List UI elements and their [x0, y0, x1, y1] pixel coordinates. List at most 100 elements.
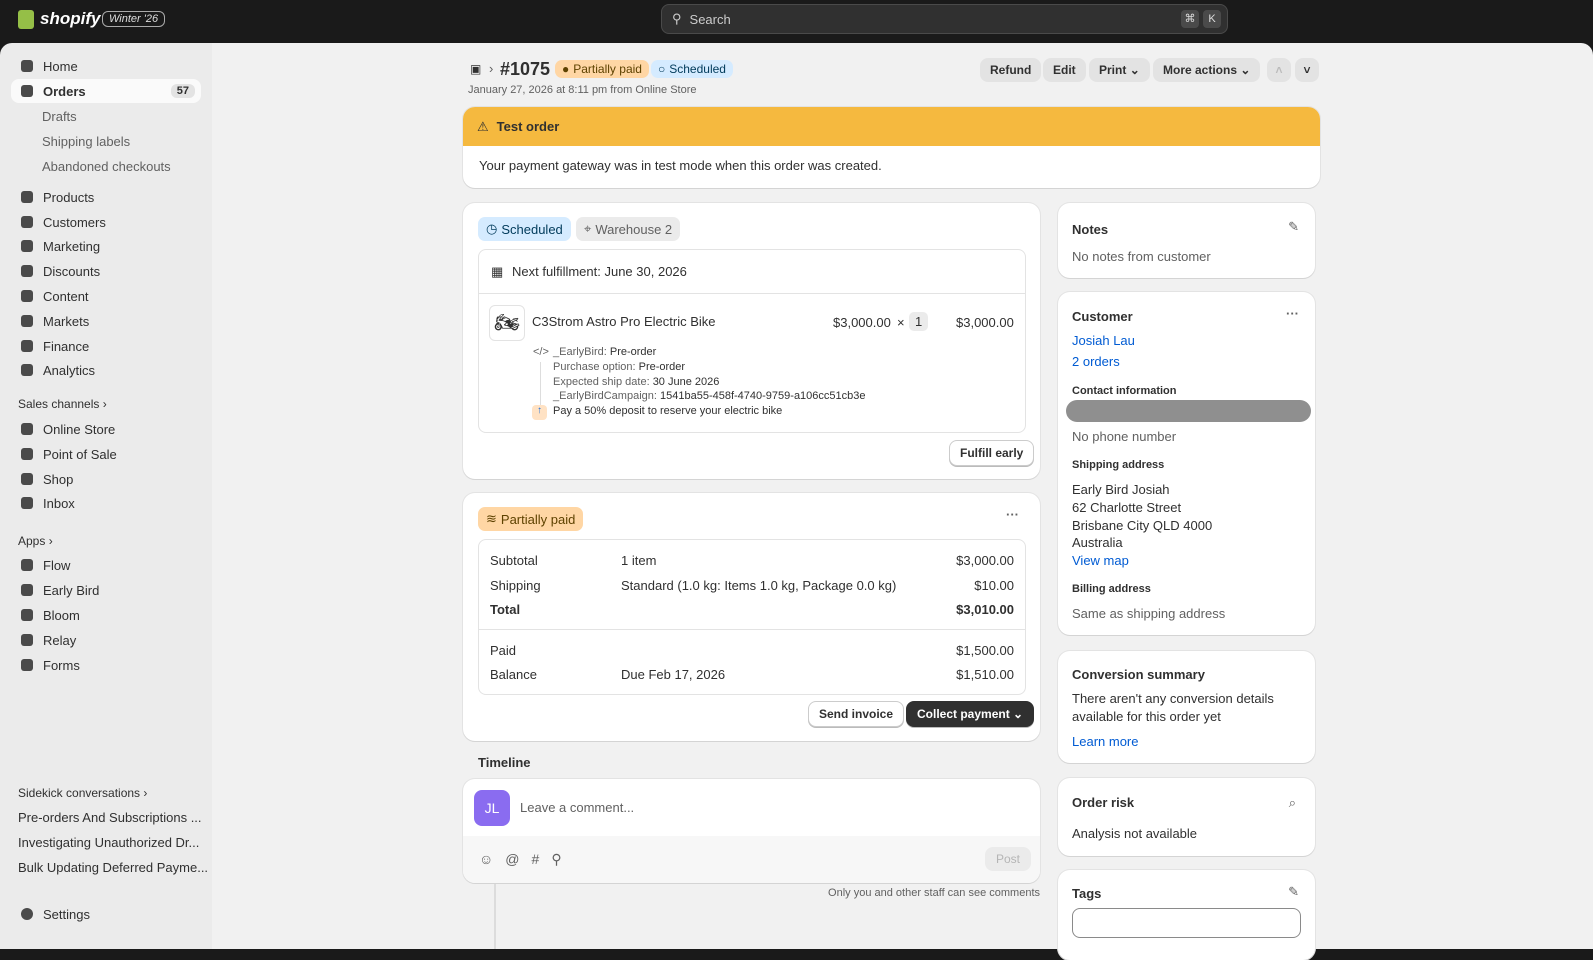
sidekick-conversation[interactable]: Investigating Unauthorized Dr... — [18, 835, 199, 850]
previous-order-button[interactable]: ˄ — [1267, 58, 1291, 82]
bar-chart-icon — [21, 364, 33, 376]
edit-pencil-icon[interactable]: ✎ — [1288, 219, 1299, 235]
sidebar-item-products[interactable]: Products — [11, 185, 201, 209]
sidebar-item-markets[interactable]: Markets — [11, 309, 201, 333]
nav-label: Settings — [43, 906, 90, 922]
address-line: Australia — [1072, 535, 1123, 550]
more-options-icon[interactable]: ··· — [1006, 507, 1019, 522]
sidebar-item-shop[interactable]: Shop — [11, 467, 201, 491]
sidebar-item-point-of-sale[interactable]: Point of Sale — [11, 442, 201, 466]
post-button[interactable]: Post — [985, 847, 1032, 871]
sidekick-conversation[interactable]: Bulk Updating Deferred Payme... — [18, 860, 208, 875]
hashtag-icon[interactable]: # — [532, 851, 552, 867]
discount-icon — [21, 265, 33, 277]
refund-button[interactable]: Refund — [980, 58, 1042, 82]
next-order-button[interactable]: ˅ — [1295, 58, 1319, 82]
sidebar-item-analytics[interactable]: Analytics — [11, 358, 201, 382]
search-placeholder: Search — [689, 11, 731, 27]
edit-button[interactable]: Edit — [1043, 58, 1086, 82]
learn-more-link[interactable]: Learn more — [1072, 734, 1138, 749]
search-input[interactable]: ⚲ Search ⌘ K — [661, 4, 1228, 34]
sidebar-item-home[interactable]: Home — [11, 54, 201, 78]
sidebar-item-forms[interactable]: Forms — [11, 653, 201, 677]
calendar-icon: ▦ — [491, 264, 504, 279]
customer-name-link[interactable]: Josiah Lau — [1072, 333, 1135, 348]
edition-badge: Winter '26 — [102, 11, 166, 27]
mention-icon[interactable]: @ — [505, 851, 531, 867]
sidebar-item-customers[interactable]: Customers — [11, 210, 201, 234]
nav-label: Abandoned checkouts — [42, 158, 171, 174]
paid-amount: $1,500.00 — [956, 643, 1014, 658]
button-label: Collect payment — [917, 707, 1010, 721]
risk-analysis-icon[interactable]: ⌕ — [1289, 795, 1296, 811]
print-button[interactable]: Print ⌄ — [1089, 58, 1150, 82]
unit-price: $3,000.00 — [833, 315, 891, 330]
sidebar-item-content[interactable]: Content — [11, 284, 201, 308]
sidebar-item-relay[interactable]: Relay — [11, 628, 201, 652]
sidebar-item-marketing[interactable]: Marketing — [11, 234, 201, 258]
emoji-icon[interactable]: ☺ — [479, 851, 505, 867]
subtotal-desc: 1 item — [621, 553, 657, 568]
orders-icon[interactable]: ▣ — [470, 62, 481, 76]
pos-icon — [21, 448, 33, 460]
sidebar-item-early-bird[interactable]: Early Bird — [11, 578, 201, 602]
sidekick-heading[interactable]: Sidekick conversations › — [18, 786, 147, 800]
sidebar-item-bloom[interactable]: Bloom — [11, 603, 201, 627]
sidebar-item-discounts[interactable]: Discounts — [11, 259, 201, 283]
product-thumbnail[interactable]: 🏍 — [489, 305, 525, 341]
fulfillment-status-badge: ○ Scheduled — [651, 60, 733, 78]
order-number: #1075 — [500, 59, 551, 79]
collect-payment-button[interactable]: Collect payment ⌄ — [906, 701, 1035, 727]
nav-label: Early Bird — [43, 582, 100, 598]
property-value: Pre-order — [638, 361, 686, 373]
property-key: Purchase option: — [553, 361, 636, 373]
send-invoice-button[interactable]: Send invoice — [808, 701, 905, 727]
flow-icon — [21, 559, 33, 571]
tags-input[interactable] — [1072, 908, 1301, 938]
balance-label: Balance — [490, 667, 537, 682]
times-sign: × — [897, 315, 905, 330]
order-subtitle: January 27, 2026 at 8:11 pm from Online … — [468, 84, 697, 96]
shopify-logo[interactable]: shopify — [18, 9, 100, 29]
nav-label: Discounts — [43, 263, 101, 279]
more-options-icon[interactable]: ··· — [1286, 306, 1299, 321]
shipping-label: Shipping — [490, 578, 541, 593]
sidebar-item-inbox[interactable]: Inbox — [11, 491, 201, 515]
sidebar-item-abandoned-checkouts[interactable]: Abandoned checkouts — [11, 154, 201, 178]
line-property: Expected ship date: 30 June 2026 — [553, 376, 719, 388]
nav-label: Content — [43, 288, 89, 304]
sales-channels-heading[interactable]: Sales channels › — [18, 397, 107, 411]
badge-label: Scheduled — [501, 221, 563, 237]
sidebar-item-online-store[interactable]: Online Store — [11, 417, 201, 441]
payment-summary: Subtotal 1 item $3,000.00 Shipping Stand… — [478, 539, 1026, 695]
globe-icon — [21, 315, 33, 327]
attach-icon[interactable]: ⚲ — [551, 851, 573, 867]
total-label: Total — [490, 602, 521, 617]
comment-input[interactable]: Leave a comment... — [520, 800, 1020, 815]
sidebar-item-finance[interactable]: Finance — [11, 334, 201, 358]
edit-pencil-icon[interactable]: ✎ — [1288, 884, 1299, 900]
sidebar-item-drafts[interactable]: Drafts — [11, 104, 201, 128]
nav-label: Analytics — [43, 362, 96, 378]
balance-due: Due Feb 17, 2026 — [621, 667, 726, 682]
sidekick-conversation[interactable]: Pre-orders And Subscriptions ... — [18, 810, 202, 825]
sidebar-item-settings[interactable]: Settings — [11, 902, 201, 926]
badge-label: Partially paid — [500, 511, 576, 527]
paid-label: Paid — [490, 643, 517, 658]
customer-orders-link[interactable]: 2 orders — [1072, 354, 1120, 369]
sidebar-item-orders[interactable]: Orders 57 — [11, 79, 201, 103]
shipping-amount: $10.00 — [974, 578, 1014, 593]
apps-heading[interactable]: Apps › — [18, 534, 53, 548]
billing-address: Same as shipping address — [1072, 606, 1226, 621]
product-name[interactable]: C3Strom Astro Pro Electric Bike — [532, 314, 716, 329]
forms-icon — [21, 659, 33, 671]
nav-label: Point of Sale — [43, 446, 117, 462]
property-key: _EarlyBird: — [553, 346, 607, 358]
fulfill-early-button[interactable]: Fulfill early — [949, 440, 1035, 466]
sidebar-item-flow[interactable]: Flow — [11, 553, 201, 577]
bloom-icon — [21, 609, 33, 621]
view-map-link[interactable]: View map — [1072, 553, 1129, 568]
nav-label: Inbox — [43, 495, 75, 511]
more-actions-button[interactable]: More actions ⌄ — [1153, 58, 1261, 82]
sidebar-item-shipping-labels[interactable]: Shipping labels — [11, 129, 201, 153]
